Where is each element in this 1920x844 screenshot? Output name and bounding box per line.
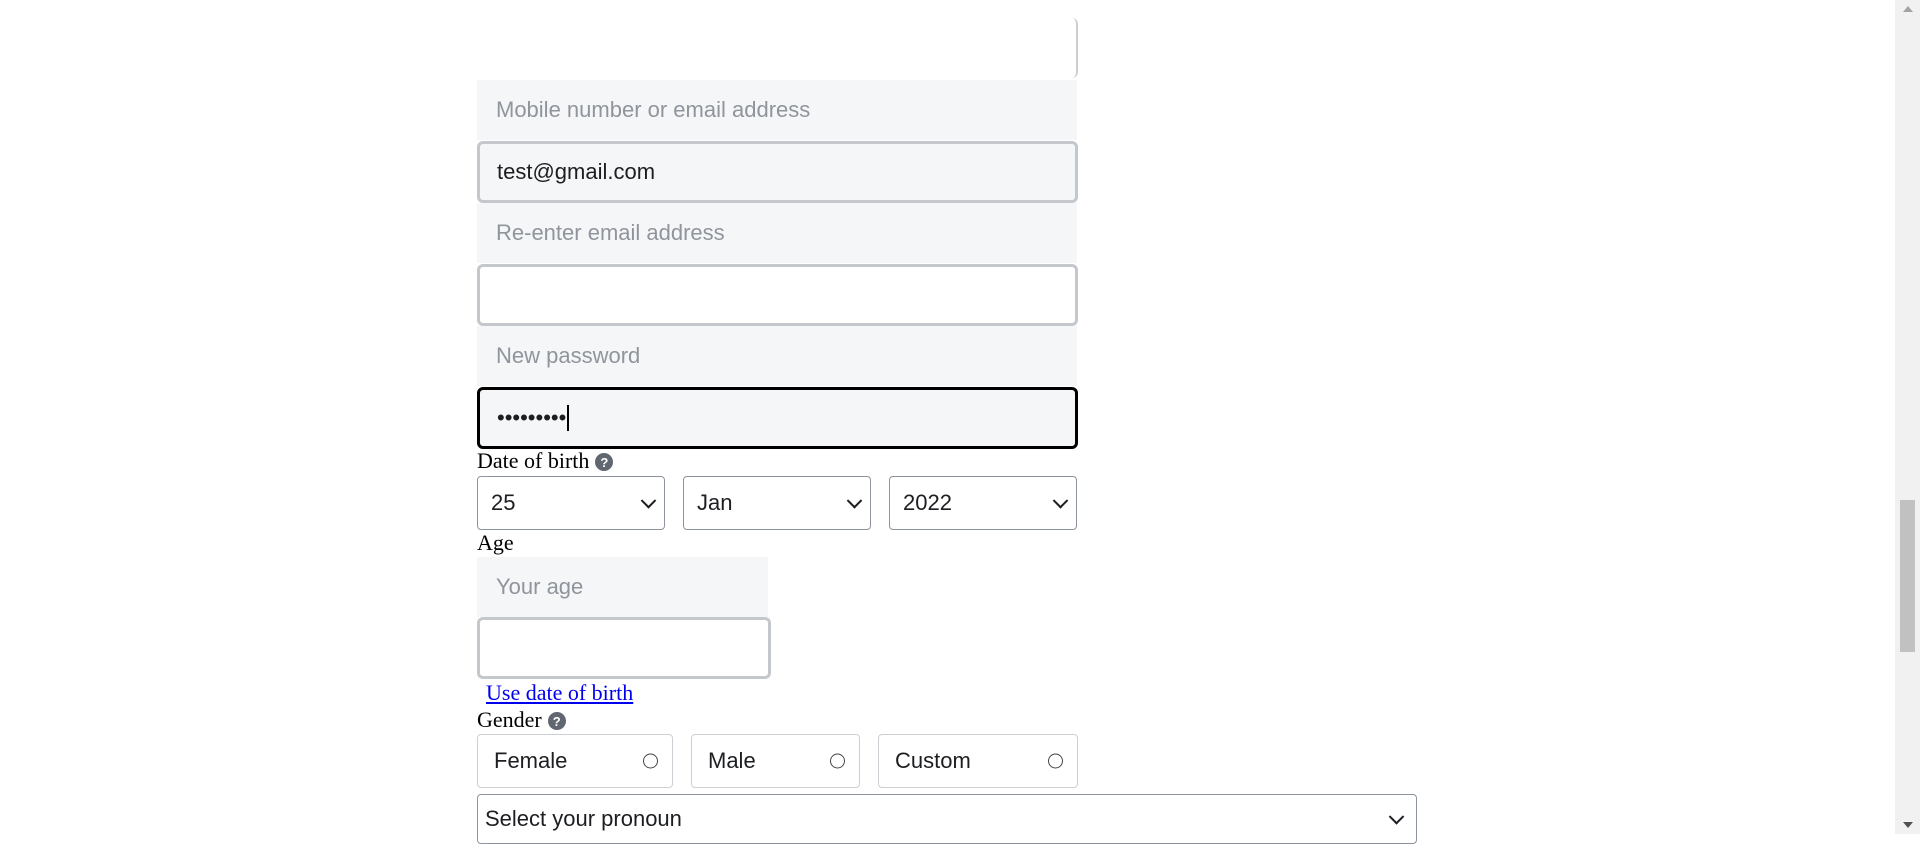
dob-day-select[interactable]: 25	[477, 476, 665, 530]
chevron-down-icon	[1052, 493, 1069, 509]
text-caret	[567, 405, 570, 431]
gender-option-male[interactable]: Male	[691, 734, 860, 788]
pronoun-select-value: Select your pronoun	[485, 806, 682, 831]
scrollbar-thumb[interactable]	[1900, 500, 1915, 652]
gender-label: Gender	[477, 707, 542, 732]
dob-month-value: Jan	[697, 490, 733, 515]
gender-option-custom[interactable]: Custom	[878, 734, 1078, 788]
question-circle-icon[interactable]: ?	[547, 712, 566, 730]
previous-field-edge	[477, 18, 1078, 78]
age-input[interactable]	[477, 617, 771, 679]
dob-month-select[interactable]: Jan	[683, 476, 871, 530]
chevron-down-icon	[846, 493, 863, 509]
age-label: Age	[477, 530, 514, 555]
use-dob-link[interactable]: Use date of birth	[486, 680, 633, 706]
age-label-row: Age	[477, 530, 514, 556]
radio-button[interactable]	[643, 753, 658, 769]
vertical-scrollbar[interactable]	[1895, 0, 1920, 834]
dob-label-row: Date of birth ?	[477, 448, 614, 474]
password-input[interactable]: •••••••••	[477, 387, 1078, 449]
radio-button[interactable]	[1048, 753, 1063, 769]
contact-input[interactable]: test@gmail.com	[477, 141, 1078, 203]
reenter-email-placeholder: Re-enter email address	[477, 203, 1077, 263]
contact-placeholder: Mobile number or email address	[477, 80, 1077, 140]
password-value: •••••••••	[497, 405, 567, 430]
question-circle-icon[interactable]: ?	[595, 453, 614, 471]
gender-label-row: Gender ?	[477, 707, 566, 733]
password-placeholder: New password	[477, 326, 1077, 386]
dob-year-value: 2022	[903, 490, 952, 515]
dob-day-value: 25	[491, 490, 516, 515]
radio-button[interactable]	[830, 753, 845, 769]
gender-option-label: Custom	[895, 748, 971, 773]
gender-option-female[interactable]: Female	[477, 734, 673, 788]
chevron-down-icon	[640, 493, 657, 509]
pronoun-select[interactable]: Select your pronoun	[477, 794, 1417, 844]
gender-option-label: Female	[494, 748, 568, 773]
page: Mobile number or email address test@gmai…	[0, 0, 1895, 844]
dob-year-select[interactable]: 2022	[889, 476, 1077, 530]
age-placeholder: Your age	[477, 557, 768, 617]
gender-option-label: Male	[708, 748, 756, 773]
scroll-up-arrow-icon[interactable]	[1903, 6, 1913, 12]
reenter-email-input[interactable]	[477, 264, 1078, 326]
dob-label: Date of birth	[477, 448, 590, 473]
chevron-down-icon	[1388, 809, 1405, 825]
scroll-down-arrow-icon[interactable]	[1903, 822, 1913, 828]
